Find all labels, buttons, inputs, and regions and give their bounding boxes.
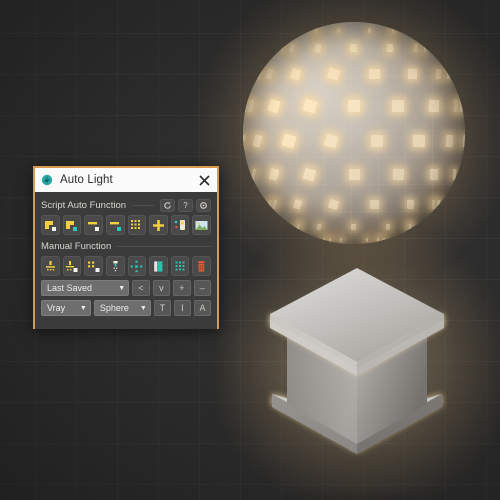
- section-mini-buttons: ?: [160, 198, 211, 212]
- preset-dropdown-value: Last Saved: [47, 283, 93, 293]
- instance-toggle-button[interactable]: I: [173, 300, 191, 316]
- section-header-manual-function: Manual Function: [41, 239, 211, 253]
- chevron-down-icon: ▼: [79, 304, 87, 312]
- render-preview-icon[interactable]: [192, 215, 211, 235]
- light-probe-icon[interactable]: [170, 215, 190, 235]
- shape-dropdown-value: Sphere: [99, 303, 129, 313]
- renderer-row: Vray ▼ Sphere ▼ T I A: [41, 300, 211, 316]
- renderer-dropdown-value: Vray: [47, 303, 66, 313]
- renderer-dropdown[interactable]: Vray ▼: [41, 300, 91, 316]
- multi-light-object-icon[interactable]: [84, 256, 103, 276]
- spot-light-icon[interactable]: [105, 256, 125, 276]
- light-plane-alt-icon[interactable]: [105, 215, 125, 235]
- chevron-down-icon: ▼: [118, 284, 126, 292]
- close-icon[interactable]: [197, 173, 212, 188]
- panel-title: Auto Light: [60, 174, 113, 186]
- script-auto-function-icons: [41, 215, 211, 235]
- light-matrix-icon[interactable]: [170, 256, 190, 276]
- point-light-object-icon[interactable]: [62, 256, 82, 276]
- panel-titlebar[interactable]: Auto Light: [35, 168, 217, 192]
- panel-body: Script Auto Function ? Manual Function L…: [35, 192, 217, 329]
- section-label: Script Auto Function: [41, 199, 127, 211]
- prev-preset-button[interactable]: <: [132, 280, 150, 296]
- add-light-plus-icon[interactable]: [149, 215, 168, 235]
- light-array-grid-icon[interactable]: [127, 215, 147, 235]
- create-light-corner-alt-icon[interactable]: [62, 215, 82, 235]
- app-logo-icon: [41, 174, 53, 185]
- point-light-icon[interactable]: [41, 256, 60, 276]
- light-target-icon[interactable]: [127, 256, 147, 276]
- create-light-corner-icon[interactable]: [41, 215, 60, 235]
- auto-light-panel[interactable]: Auto Light Script Auto Function ? Manual…: [33, 166, 219, 329]
- section-label: Manual Function: [41, 240, 112, 252]
- delete-light-icon[interactable]: [192, 256, 211, 276]
- preset-menu-button[interactable]: v: [152, 280, 171, 296]
- section-rule: [132, 204, 154, 206]
- preset-row: Last Saved ▼ < v + –: [41, 280, 211, 296]
- shape-dropdown[interactable]: Sphere ▼: [93, 300, 151, 316]
- settings-button[interactable]: [196, 198, 211, 212]
- help-button[interactable]: ?: [178, 198, 193, 212]
- remove-preset-button[interactable]: –: [193, 280, 211, 296]
- chevron-down-icon: ▼: [139, 304, 147, 312]
- section-header-script-auto-function: Script Auto Function ?: [41, 198, 211, 212]
- light-plane-icon[interactable]: [84, 215, 103, 235]
- preset-dropdown[interactable]: Last Saved ▼: [41, 280, 130, 296]
- refresh-button[interactable]: [160, 198, 175, 212]
- manual-function-icons: [41, 256, 211, 276]
- add-preset-button[interactable]: +: [173, 280, 191, 296]
- target-toggle-button[interactable]: T: [153, 300, 171, 316]
- section-rule: [117, 245, 211, 247]
- align-toggle-button[interactable]: A: [193, 300, 211, 316]
- area-light-icon[interactable]: [149, 256, 168, 276]
